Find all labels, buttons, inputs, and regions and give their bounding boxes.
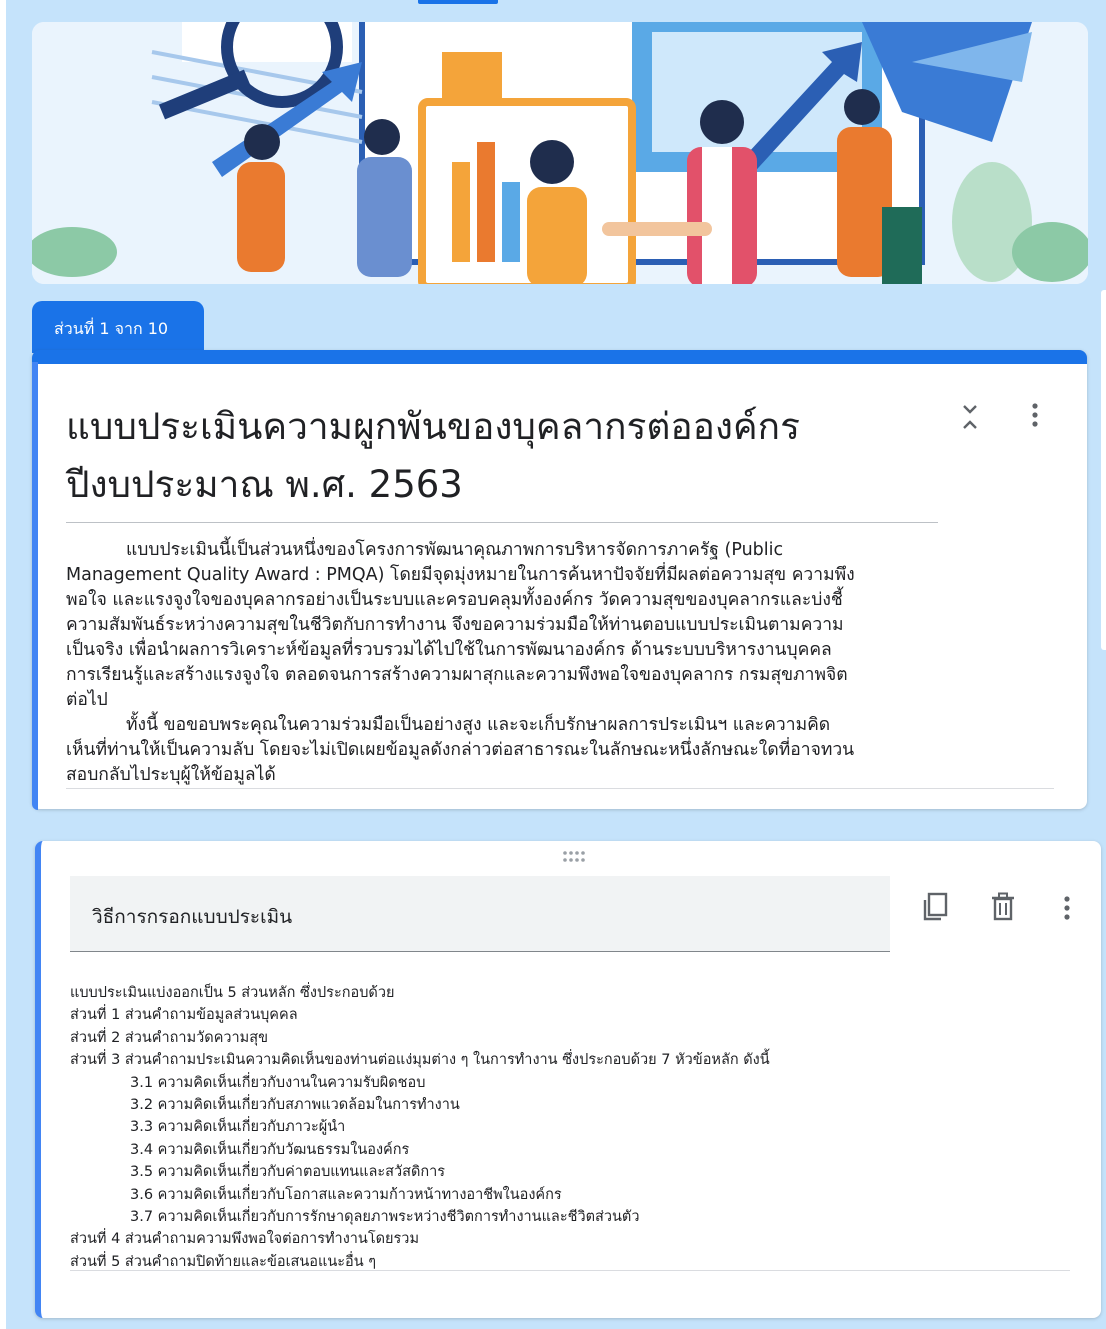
- item-title-field[interactable]: วิธีการกรอกแบบประเมิน: [70, 876, 890, 952]
- form-description-paragraph-1: แบบประเมินนี้เป็นส่วนหนึ่งของโครงการพัฒน…: [66, 540, 855, 710]
- collapse-section-button[interactable]: [958, 402, 982, 438]
- item-description-line: 3.3 ความคิดเห็นเกี่ยวกับภาวะผู้นำ: [130, 1119, 346, 1136]
- more-vert-icon: [1032, 403, 1038, 427]
- instruction-item-card[interactable]: วิธีการกรอกแบบประเมิน แบบประเมินแบ่งออกเ…: [35, 841, 1101, 1318]
- title-underline: [66, 522, 938, 523]
- collapse-icon: [963, 405, 977, 429]
- item-description-line: ส่วนที่ 1 ส่วนคำถามข้อมูลส่วนบุคคล: [70, 1007, 298, 1024]
- item-description[interactable]: แบบประเมินแบ่งออกเป็น 5 ส่วนหลัก ซึ่งประ…: [70, 982, 1060, 1273]
- trash-icon: [992, 892, 1014, 921]
- form-title[interactable]: แบบประเมินความผูกพันของบุคลากรต่อองค์กร …: [66, 398, 936, 514]
- item-description-line: ส่วนที่ 3 ส่วนคำถามประเมินความคิดเห็นของ…: [70, 1052, 770, 1069]
- item-description-line: ส่วนที่ 2 ส่วนคำถามวัดความสุข: [70, 1029, 268, 1046]
- item-description-line: แบบประเมินแบ่งออกเป็น 5 ส่วนหลัก ซึ่งประ…: [70, 985, 395, 1001]
- window-left-edge: [0, 0, 6, 1329]
- item-description-line: 3.2 ความคิดเห็นเกี่ยวกับสภาพแวดล้อมในการ…: [130, 1097, 460, 1114]
- header-banner-image: [32, 22, 1088, 284]
- section-more-button[interactable]: [1025, 400, 1045, 430]
- item-title: วิธีการกรอกแบบประเมิน: [92, 906, 293, 928]
- duplicate-button[interactable]: [919, 891, 951, 923]
- copy-icon: [923, 892, 948, 921]
- item-description-underline: [70, 1270, 1070, 1271]
- form-description[interactable]: แบบประเมินนี้เป็นส่วนหนึ่งของโครงการพัฒน…: [66, 538, 856, 788]
- active-tab-indicator: [418, 0, 498, 4]
- item-more-button[interactable]: [1057, 893, 1077, 923]
- form-description-paragraph-2: ทั้งนี้ ขอขอบพระคุณในความร่วมมือเป็นอย่า…: [66, 715, 855, 785]
- card-focus-accent: [32, 362, 38, 810]
- item-description-line: 3.5 ความคิดเห็นเกี่ยวกับค่าตอบแทนและสวัส…: [130, 1164, 446, 1181]
- item-description-line: 3.4 ความคิดเห็นเกี่ยวกับวัฒนธรรมในองค์กร: [130, 1141, 410, 1158]
- form-title-line2: ปีงบประมาณ พ.ศ. 2563: [66, 463, 463, 506]
- form-title-line1: แบบประเมินความผูกพันของบุคลากรต่อองค์กร: [66, 405, 800, 448]
- window-right-edge: [1101, 290, 1106, 650]
- section-tab: ส่วนที่ 1 จาก 10: [32, 301, 204, 353]
- section-tab-label: ส่วนที่ 1 จาก 10: [54, 319, 169, 338]
- description-underline: [66, 788, 1054, 789]
- delete-button[interactable]: [989, 892, 1021, 924]
- item-description-line: 3.6 ความคิดเห็นเกี่ยวกับโอกาสและความก้าว…: [130, 1186, 562, 1203]
- drag-handle-icon: [563, 851, 585, 862]
- drag-handle[interactable]: [560, 850, 588, 866]
- more-vert-icon: [1064, 896, 1070, 920]
- item-description-line: 3.7 ความคิดเห็นเกี่ยวกับการรักษาดุลยภาพร…: [130, 1209, 640, 1226]
- item-description-line: ส่วนที่ 4 ส่วนคำถามความพึงพอใจต่อการทำงา…: [70, 1231, 420, 1248]
- item-description-line: 3.1 ความคิดเห็นเกี่ยวกับงานในความรับผิดช…: [130, 1074, 426, 1091]
- form-title-card[interactable]: แบบประเมินความผูกพันของบุคลากรต่อองค์กร …: [32, 350, 1087, 810]
